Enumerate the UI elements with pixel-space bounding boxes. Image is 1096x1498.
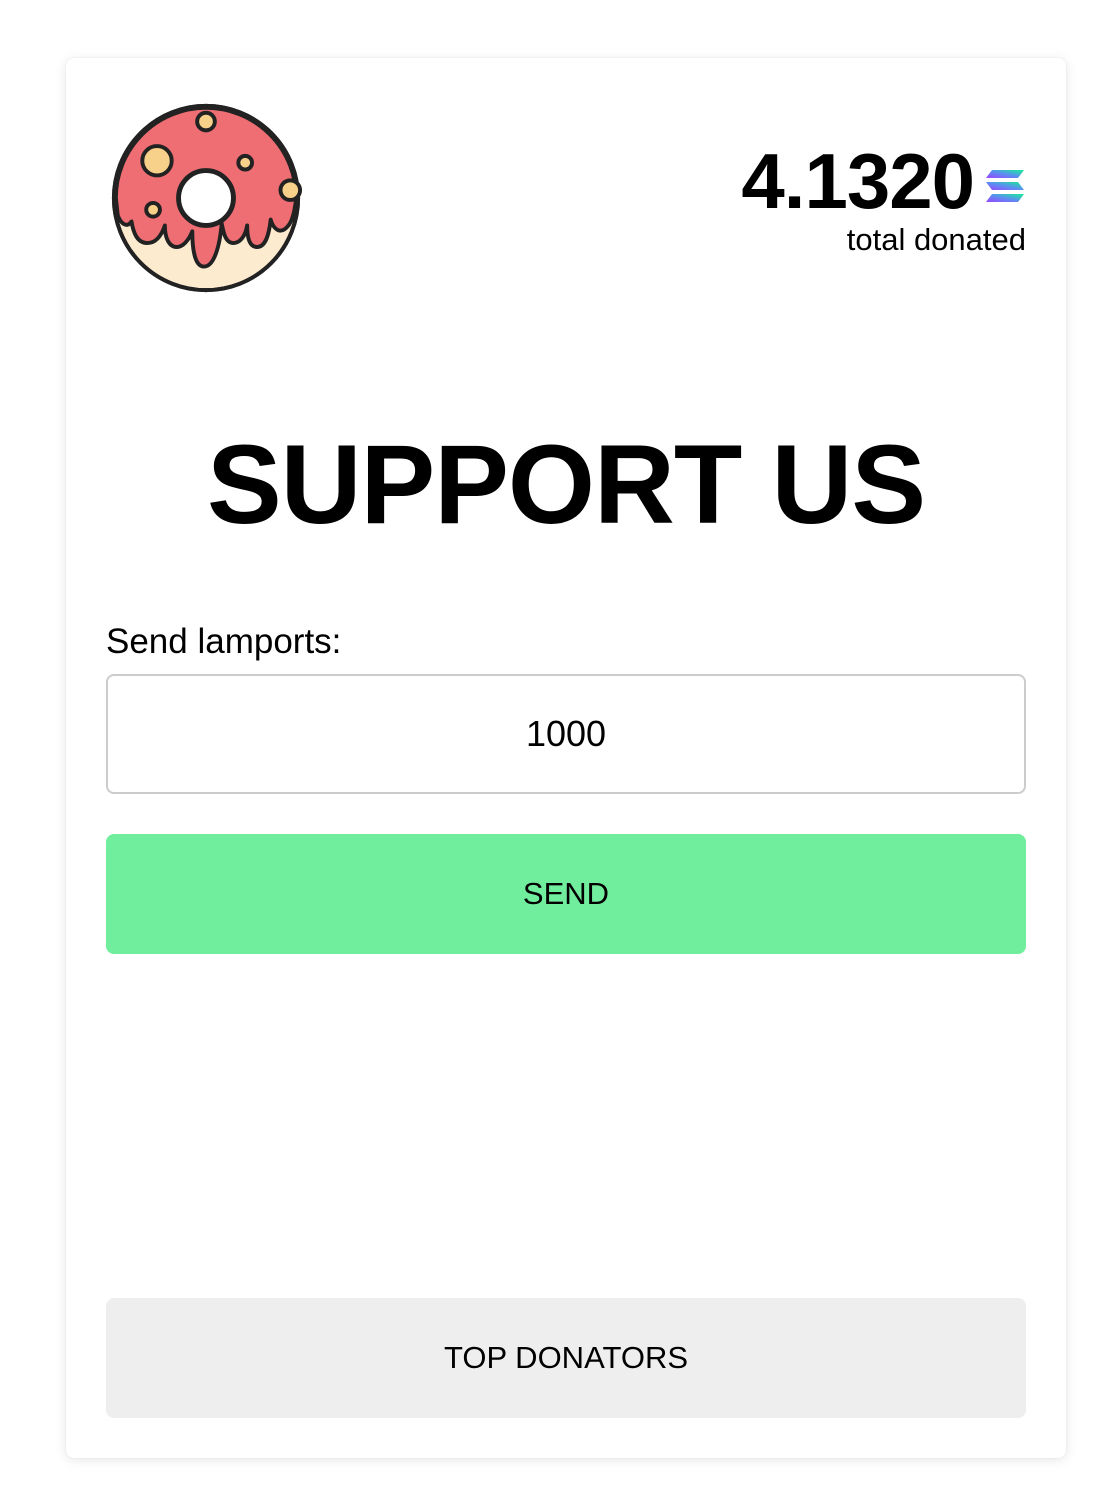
- total-row: 4.1320: [741, 138, 1026, 224]
- top-donators-button[interactable]: TOP DONATORS: [106, 1298, 1026, 1418]
- solana-icon: [986, 170, 1024, 202]
- amount-label: Send lamports:: [106, 622, 342, 661]
- send-button[interactable]: SEND: [106, 834, 1026, 954]
- donation-card: 4.1320 total donated SUPPORT US Send lam…: [66, 58, 1066, 1458]
- total-donated-value: 4.1320: [741, 137, 975, 225]
- total-donated-label: total donated: [846, 222, 1026, 257]
- page-title: SUPPORT US: [206, 422, 926, 547]
- donut-icon: [111, 103, 303, 293]
- amount-input[interactable]: [106, 674, 1026, 794]
- total-donated: 4.1320 total donated: [741, 138, 1026, 258]
